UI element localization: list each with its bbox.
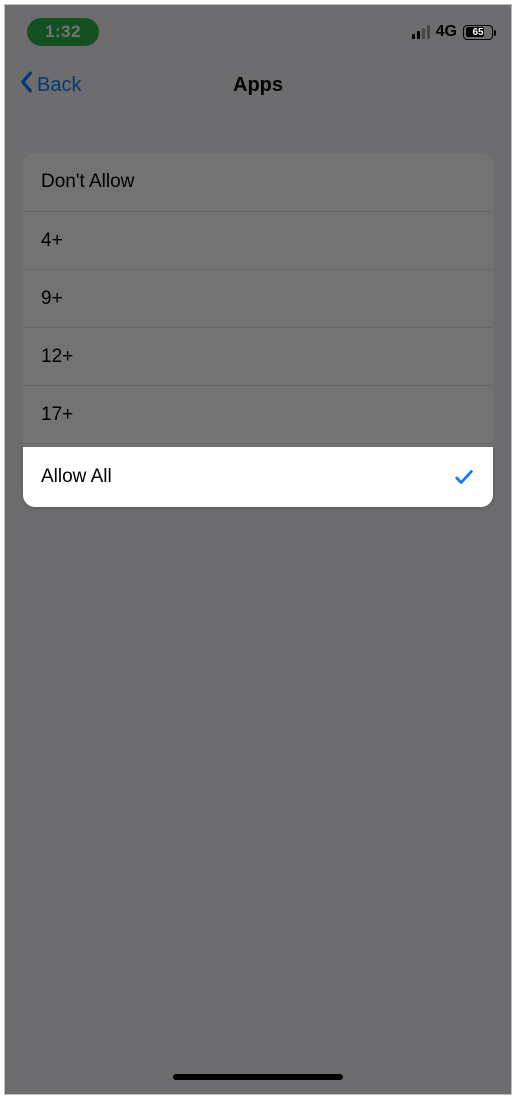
option-label: Don't Allow [41,171,134,193]
option-label: 17+ [41,404,73,426]
option-9-plus[interactable]: 9+ [23,269,493,327]
battery-icon: 65 [463,25,493,40]
back-label: Back [37,74,81,97]
cellular-signal-icon [412,25,430,39]
option-label: 4+ [41,230,63,252]
option-label: 12+ [41,346,73,368]
status-time-pill: 1:32 [27,18,99,46]
option-allow-all-highlight[interactable]: Allow All [23,447,493,507]
option-dont-allow[interactable]: Don't Allow [23,153,493,211]
status-bar: 1:32 4G 65 [5,5,511,59]
status-right-cluster: 4G 65 [412,23,493,41]
back-button[interactable]: Back [19,71,81,99]
option-17-plus[interactable]: 17+ [23,385,493,443]
option-label: Allow All [41,466,112,488]
network-type: 4G [436,23,457,41]
chevron-left-icon [19,71,33,99]
nav-bar: Back Apps [5,59,511,111]
battery-level: 65 [472,27,483,38]
option-label: 9+ [41,288,63,310]
option-12-plus[interactable]: 12+ [23,327,493,385]
checkmark-icon [453,466,475,488]
home-indicator [173,1074,343,1080]
option-4-plus[interactable]: 4+ [23,211,493,269]
